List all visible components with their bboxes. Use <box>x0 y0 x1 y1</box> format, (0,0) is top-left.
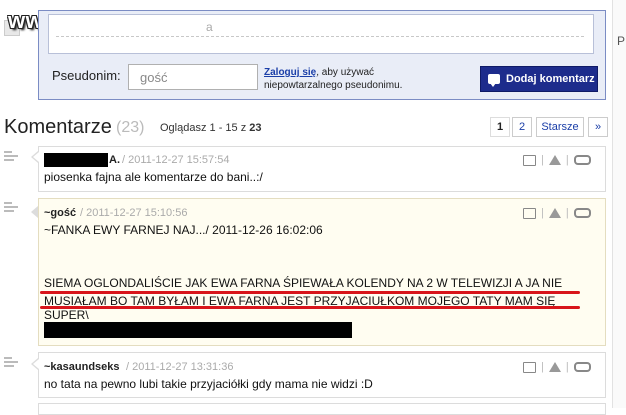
page-2-link[interactable]: 2 <box>512 117 532 137</box>
comment-pointer <box>31 206 38 218</box>
textarea-placeholder: a <box>206 20 213 34</box>
older-link[interactable]: Starsze <box>536 117 584 137</box>
login-link[interactable]: Zaloguj się <box>264 67 316 78</box>
redacted-name <box>44 153 108 167</box>
comment-actions: | | <box>523 207 591 219</box>
view-range: Oglądasz 1 - 15 z 23 <box>160 122 262 134</box>
avatar <box>4 149 22 164</box>
comment-author: A. <box>109 154 120 166</box>
add-comment-label: Dodaj komentarz <box>506 73 595 85</box>
next-page-button[interactable]: » <box>588 117 608 137</box>
redacted-block <box>44 322 352 338</box>
link-icon[interactable] <box>573 208 591 218</box>
login-hint: Zaloguj się, aby używać niepowtarzalnego… <box>264 66 424 92</box>
warning-icon[interactable] <box>548 155 561 165</box>
reply-icon[interactable] <box>523 207 536 219</box>
reply-icon[interactable] <box>523 361 536 373</box>
comment-date: / 2011-12-27 15:57:54 <box>122 154 230 166</box>
nick-label: Pseudonim: <box>52 68 121 83</box>
red-underline <box>40 306 580 309</box>
warning-icon[interactable] <box>548 208 561 218</box>
comment-quote: ~FANKA EWY FARNEJ NAJ.../ 2011-12-26 16:… <box>44 223 323 237</box>
nick-value: gość <box>140 70 168 85</box>
comment-date: / 2011-12-27 15:10:56 <box>80 207 188 219</box>
comment-author: ~kasaundseks <box>44 361 120 373</box>
link-icon[interactable] <box>573 155 591 165</box>
comments-title: Komentarze <box>4 116 112 138</box>
avatar <box>4 355 22 370</box>
comment-3 <box>38 352 606 398</box>
comment-body-line-3: SUPER\ <box>44 308 89 322</box>
comment-pointer-fill <box>33 359 39 369</box>
avatar <box>4 200 22 215</box>
reply-icon[interactable] <box>523 154 536 166</box>
textarea-guide <box>56 36 584 37</box>
comment-body-line-1: SIEMA OGLONDALIŚCIE JAK EWA FARNA ŚPIEWA… <box>44 276 563 290</box>
link-icon[interactable] <box>573 362 591 372</box>
sidebar-panel <box>612 0 626 408</box>
comment-pointer-fill <box>33 152 39 162</box>
comment-body: piosenka fajna ale komentarze do bani..:… <box>44 170 263 184</box>
comment-actions: | | <box>523 154 591 166</box>
comments-count: (23) <box>116 119 145 136</box>
view-range-total: 23 <box>249 122 262 134</box>
comment-actions: | | <box>523 361 591 373</box>
page-1-current: 1 <box>490 117 510 137</box>
sidebar-text: P <box>617 34 626 48</box>
view-range-prefix: Oglądasz 1 - 15 z <box>160 122 247 134</box>
comment-1 <box>38 146 606 192</box>
comment-4-edge <box>38 403 606 415</box>
add-comment-button[interactable]: Dodaj komentarz <box>480 66 598 92</box>
comment-textarea[interactable] <box>48 14 594 54</box>
comment-author: ~gość <box>44 207 77 219</box>
comment-bubble-icon <box>488 74 500 87</box>
comment-date: / 2011-12-27 13:31:36 <box>126 361 234 373</box>
comment-body: no tata na pewno lubi takie przyjaciółki… <box>44 377 373 391</box>
warning-icon[interactable] <box>548 362 561 372</box>
